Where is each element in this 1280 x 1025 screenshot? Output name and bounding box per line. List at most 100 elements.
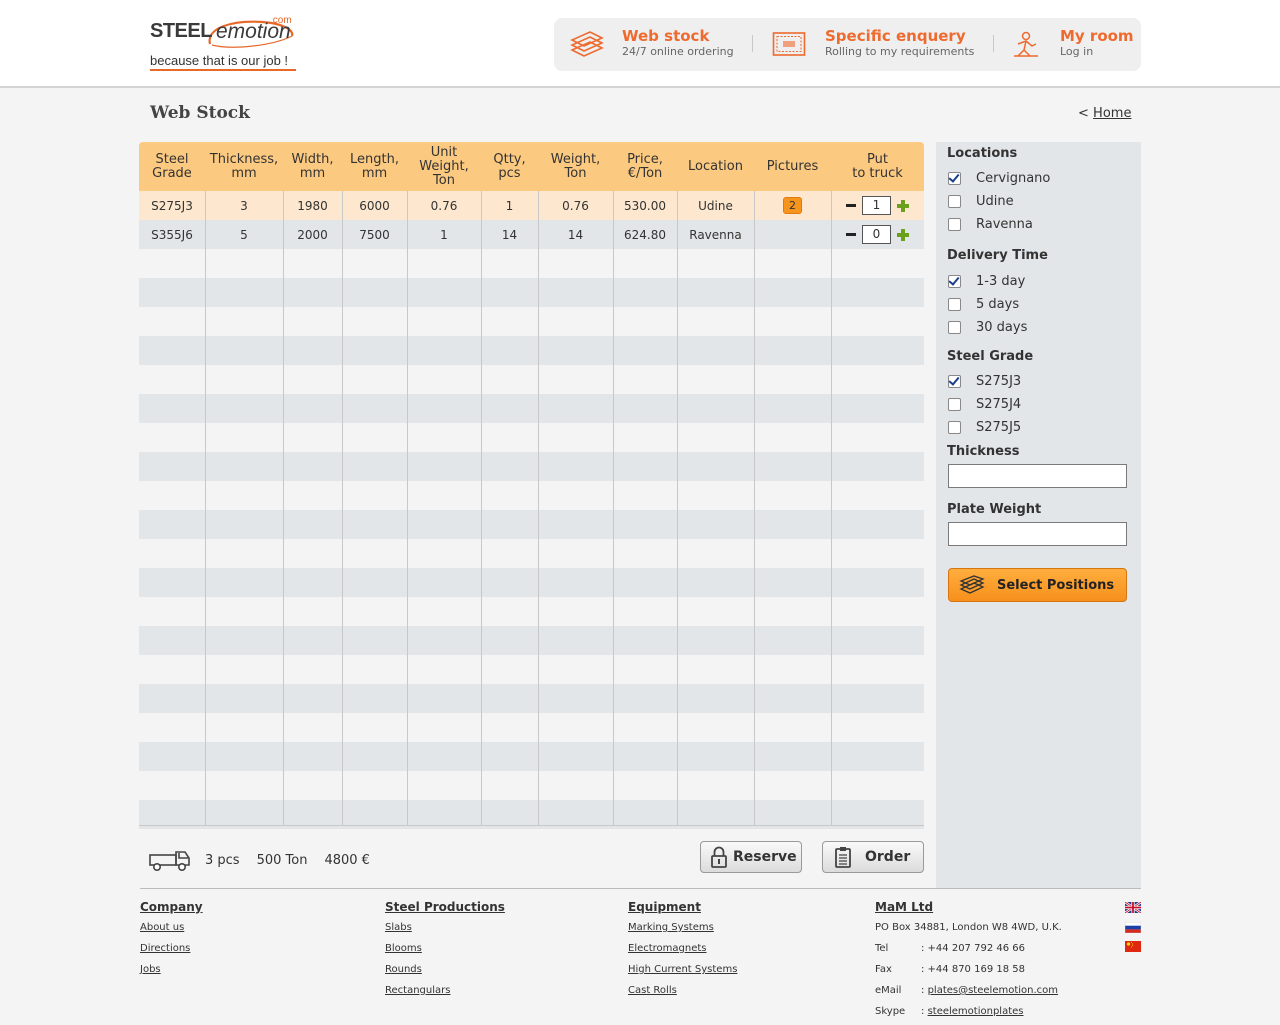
logo[interactable]: STEEL emotion .com because that is our j… [150, 15, 310, 72]
top-navigation: Web stock 24/7 online ordering Specific … [554, 18, 1141, 71]
footer-link[interactable]: Directions [140, 943, 203, 964]
filter-option-label: S275J4 [976, 396, 1022, 412]
filter-option-label: Cervignano [976, 170, 1051, 186]
clipboard-icon [835, 847, 851, 868]
column-divider [407, 191, 408, 826]
footer-link[interactable]: Marking Systems [628, 922, 737, 943]
footer-link[interactable]: Electromagnets [628, 943, 737, 964]
empty-table-row [139, 365, 924, 394]
quantity-stepper[interactable]: 1 [846, 196, 909, 215]
nav-specific-enquery-subtitle: Rolling to my requirements [825, 45, 975, 58]
plus-icon[interactable] [897, 228, 909, 241]
order-button[interactable]: Order [822, 841, 924, 873]
cell-width: 2000 [297, 227, 328, 242]
filter-delivery-30-days[interactable]: 30 days [948, 319, 1027, 335]
table-row[interactable]: S275J3 3 1980 6000 0.76 1 0.76 530.00 Udine 2 1 [139, 191, 924, 220]
checkbox[interactable] [948, 217, 961, 231]
skype-link[interactable]: steelemotionplates [928, 1006, 1024, 1025]
cell-thickness: 3 [240, 198, 248, 213]
filter-delivery-5-days[interactable]: 5 days [948, 296, 1019, 312]
empty-table-row [139, 626, 924, 655]
footer-link[interactable]: Jobs [140, 964, 203, 985]
pictures-badge[interactable]: 2 [783, 197, 802, 214]
nav-my-room[interactable]: My room Log in [1012, 18, 1137, 71]
filter-delivery-1-3-day[interactable]: 1-3 day [948, 273, 1025, 289]
column-divider [481, 191, 482, 826]
email-link[interactable]: plates@steelemotion.com [928, 985, 1058, 1006]
lock-icon [711, 846, 727, 868]
contact-address: PO Box 34881, London W8 4WD, U.K. [875, 922, 1062, 943]
contact-value: : +44 207 792 46 66 [921, 943, 1025, 954]
english-flag-icon[interactable] [1125, 902, 1141, 913]
filter-grade-title: Steel Grade [947, 349, 1034, 364]
column-divider [205, 191, 206, 826]
thickness-input[interactable] [948, 464, 1127, 488]
cell-width: 1980 [297, 198, 328, 213]
footer-link[interactable]: About us [140, 922, 203, 943]
table-row[interactable]: S355J6 5 2000 7500 1 14 14 624.80 Ravenna 0 [139, 220, 924, 249]
filter-option-label: S275J5 [976, 419, 1022, 435]
footer-link[interactable]: Slabs [385, 922, 505, 943]
filter-location-ravenna[interactable]: Ravenna [948, 216, 1033, 232]
footer-link[interactable]: High Current Systems [628, 964, 737, 985]
filter-grade-s275j5[interactable]: S275J5 [948, 419, 1021, 435]
footer-company-title[interactable]: Company [140, 900, 203, 914]
reserve-label: Reserve [733, 849, 797, 865]
nav-web-stock[interactable]: Web stock 24/7 online ordering [568, 18, 748, 71]
nav-specific-enquery-title: Specific enquery [825, 27, 966, 45]
quantity-input[interactable]: 0 [862, 225, 891, 244]
chinese-flag-icon[interactable] [1125, 941, 1141, 952]
filter-location-cervignano[interactable]: Cervignano [948, 170, 1050, 186]
minus-icon[interactable] [846, 233, 856, 236]
footer-link[interactable]: Cast Rolls [628, 985, 737, 1006]
nav-specific-enquery[interactable]: Specific enquery Rolling to my requireme… [772, 18, 982, 71]
footer-company: Company About us Directions Jobs [140, 900, 203, 985]
filter-option-label: S275J3 [976, 373, 1022, 389]
quantity-stepper[interactable]: 0 [846, 225, 909, 244]
column-header: Pictures [766, 158, 819, 174]
checkbox[interactable] [948, 194, 961, 208]
filter-plate-weight-title: Plate Weight [947, 502, 1042, 517]
reserve-button[interactable]: Reserve [700, 841, 802, 873]
checkbox[interactable] [948, 374, 961, 388]
cell-length: 6000 [359, 198, 390, 213]
checkbox[interactable] [948, 420, 961, 434]
page-title: Web Stock [150, 103, 250, 123]
quantity-input[interactable]: 1 [862, 196, 891, 215]
footer-link[interactable]: Blooms [385, 943, 505, 964]
russian-flag-icon[interactable] [1125, 922, 1141, 933]
filter-grade-s275j3[interactable]: S275J3 [948, 373, 1021, 389]
pictures-cell [754, 220, 831, 249]
empty-table-row [139, 655, 924, 684]
footer-link[interactable]: Rounds [385, 964, 505, 985]
checkbox[interactable] [948, 297, 961, 311]
logo-word-steel: STEEL [150, 20, 212, 42]
plate-weight-input[interactable] [948, 522, 1127, 546]
plus-icon[interactable] [897, 199, 909, 212]
contact-skype: Skype: steelemotionplates [875, 1006, 1062, 1025]
checkbox[interactable] [948, 274, 961, 288]
stock-table: Steel Grade Thickness, mm Width, mm Length,… [139, 142, 924, 829]
footer-contact-title[interactable]: MaM Ltd [875, 900, 1062, 914]
footer-link[interactable]: Rectangulars [385, 985, 505, 1006]
empty-table-row [139, 597, 924, 626]
logo-dotcom: .com [270, 15, 292, 26]
checkbox[interactable] [948, 171, 961, 185]
footer-steel-title[interactable]: Steel Productions [385, 900, 505, 914]
filter-location-udine[interactable]: Udine [948, 193, 1014, 209]
column-header: Width, mm [291, 151, 334, 181]
filter-grade-s275j4[interactable]: S275J4 [948, 396, 1021, 412]
checkbox[interactable] [948, 320, 961, 334]
table-bottom-border [139, 825, 924, 826]
empty-table-row [139, 249, 924, 278]
select-positions-button[interactable]: Select Positions [948, 568, 1127, 602]
footer-equipment-title[interactable]: Equipment [628, 900, 737, 914]
minus-icon[interactable] [846, 204, 856, 207]
empty-table-row [139, 336, 924, 365]
home-link[interactable]: Home [1093, 106, 1131, 121]
checkbox[interactable] [948, 397, 961, 411]
contact-label: Tel [875, 943, 889, 954]
cell-location: Ravenna [689, 227, 742, 242]
select-positions-label: Select Positions [997, 577, 1115, 593]
breadcrumb: < Home [1078, 106, 1131, 121]
